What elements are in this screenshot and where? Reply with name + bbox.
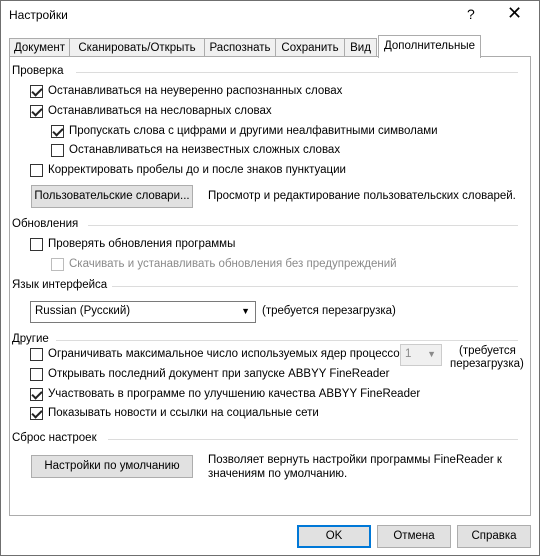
tab-save[interactable]: Сохранить	[275, 38, 345, 57]
quality-program-checkbox[interactable]	[30, 388, 43, 401]
section-title-language: Язык интерфейса	[12, 279, 108, 291]
open-last-document-checkbox[interactable]	[30, 368, 43, 381]
section-divider	[112, 286, 518, 287]
close-icon[interactable]: ✕	[507, 2, 522, 24]
ok-button[interactable]: OK	[297, 525, 371, 548]
tab-strip: Документ Сканировать/Открыть Распознать …	[9, 35, 531, 58]
limit-cores-checkbox[interactable]	[30, 348, 43, 361]
chevron-down-icon: ▼	[241, 306, 250, 316]
stop-compound-checkbox[interactable]	[51, 144, 64, 157]
stop-uncertain-label: Останавливаться на неуверенно распознанн…	[48, 85, 343, 97]
interface-language-value: Russian (Русский)	[35, 305, 131, 317]
correct-spaces-checkbox[interactable]	[30, 164, 43, 177]
reset-description-line1: Позволяет вернуть настройки программы Fi…	[208, 454, 502, 466]
section-title-updates: Обновления	[12, 218, 79, 230]
advanced-tab-panel: Проверка Останавливаться на неуверенно р…	[9, 56, 531, 516]
tab-document[interactable]: Документ	[9, 38, 70, 57]
cores-restart-note-line2: перезагрузка)	[450, 358, 524, 370]
help-button[interactable]: Справка	[457, 525, 531, 548]
section-divider	[56, 340, 518, 341]
user-dictionaries-button[interactable]: Пользовательские словари...	[31, 185, 193, 208]
help-icon[interactable]: ?	[467, 6, 475, 22]
settings-dialog: Настройки ? ✕ Документ Сканировать/Откры…	[0, 0, 540, 556]
cancel-button[interactable]: Отмена	[377, 525, 451, 548]
section-divider	[108, 439, 518, 440]
tab-recognize[interactable]: Распознать	[204, 38, 276, 57]
window-title: Настройки	[9, 8, 68, 22]
stop-nondictionary-label: Останавливаться на несловарных словах	[48, 105, 272, 117]
chevron-down-icon: ▼	[427, 349, 436, 359]
section-divider	[88, 225, 518, 226]
auto-install-label: Скачивать и устанавливать обновления без…	[69, 258, 397, 270]
section-divider	[76, 72, 518, 73]
section-title-check: Проверка	[12, 65, 64, 77]
quality-program-label: Участвовать в программе по улучшению кач…	[48, 388, 421, 400]
section-title-reset: Сброс настроек	[12, 432, 97, 444]
tab-view[interactable]: Вид	[344, 38, 377, 57]
cores-restart-note-line1: (требуется	[459, 345, 516, 357]
tab-scan-open[interactable]: Сканировать/Открыть	[69, 38, 205, 57]
restore-defaults-button[interactable]: Настройки по умолчанию	[31, 455, 193, 478]
show-news-checkbox[interactable]	[30, 407, 43, 420]
cores-count-select[interactable]: 1 ▼	[400, 344, 442, 366]
check-updates-checkbox[interactable]	[30, 238, 43, 251]
auto-install-checkbox[interactable]	[51, 258, 64, 271]
correct-spaces-label: Корректировать пробелы до и после знаков…	[48, 164, 346, 176]
check-updates-label: Проверять обновления программы	[48, 238, 236, 250]
skip-digits-label: Пропускать слова с цифрами и другими неа…	[69, 125, 438, 137]
limit-cores-label: Ограничивать максимальное число использу…	[48, 348, 413, 360]
cores-count-value: 1	[405, 348, 412, 360]
open-last-document-label: Открывать последний документ при запуске…	[48, 368, 390, 380]
stop-nondictionary-checkbox[interactable]	[30, 105, 43, 118]
show-news-label: Показывать новости и ссылки на социальны…	[48, 407, 319, 419]
section-title-other: Другие	[12, 333, 49, 345]
interface-language-select[interactable]: Russian (Русский) ▼	[30, 301, 256, 323]
language-restart-note: (требуется перезагрузка)	[262, 305, 396, 317]
title-bar: Настройки ? ✕	[1, 1, 539, 30]
reset-description-line2: значениям по умолчанию.	[208, 468, 348, 480]
stop-uncertain-checkbox[interactable]	[30, 85, 43, 98]
user-dictionaries-description: Просмотр и редактирование пользовательск…	[208, 190, 516, 202]
tab-advanced[interactable]: Дополнительные	[378, 35, 481, 58]
stop-compound-label: Останавливаться на неизвестных сложных с…	[69, 144, 341, 156]
skip-digits-checkbox[interactable]	[51, 125, 64, 138]
